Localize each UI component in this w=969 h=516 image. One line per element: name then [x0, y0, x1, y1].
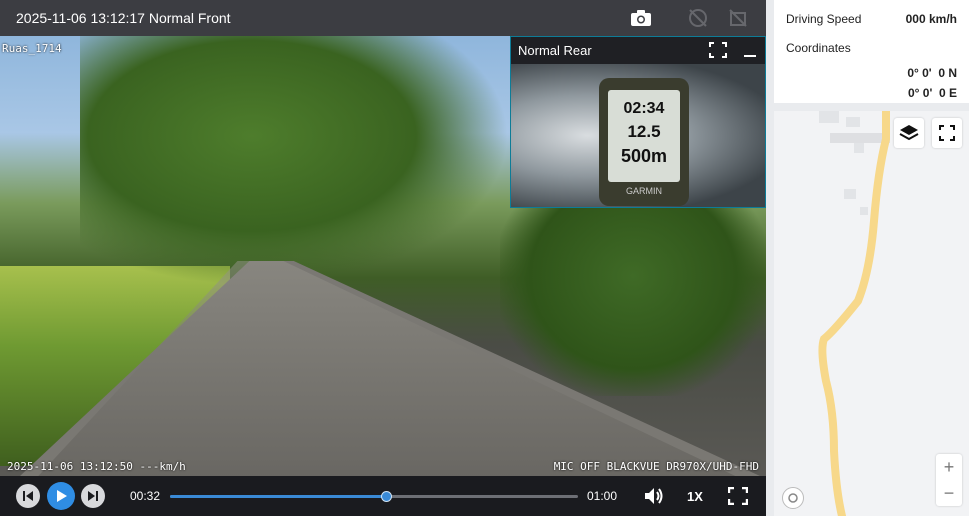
play-icon[interactable]	[47, 482, 75, 510]
longitude: 0° 0' 0 E	[907, 86, 957, 100]
player-title: 2025-11-06 13:12:17 Normal Front	[16, 10, 231, 26]
coordinates-label: Coordinates	[786, 41, 851, 55]
route-line	[818, 111, 890, 516]
zoom-in-button[interactable]: +	[936, 454, 962, 480]
building	[846, 117, 860, 127]
driving-speed-value: 000 km/h	[905, 12, 957, 26]
driving-speed-label: Driving Speed	[786, 12, 862, 26]
zoom-out-button[interactable]: −	[936, 480, 962, 506]
prev-icon[interactable]	[16, 484, 40, 508]
info-panel: Driving Speed 000 km/h Coordinates 0° 0'…	[774, 0, 969, 103]
duration: 01:00	[587, 489, 618, 503]
progress-bar[interactable]	[170, 491, 578, 502]
rear-header: Normal Rear	[511, 37, 765, 63]
layers-icon[interactable]	[894, 118, 924, 148]
map-logo-icon	[782, 487, 804, 509]
gps-device: 02:34 12.5 500m GARMIN	[599, 78, 689, 206]
playback-controls: 00:32 01:00 1X	[0, 476, 766, 516]
player-header: 2025-11-06 13:12:17 Normal Front	[0, 0, 766, 36]
zoom-control: + −	[936, 454, 962, 506]
gps-distance: 500m	[620, 146, 668, 166]
gps-brand: GARMIN	[626, 186, 662, 196]
volume-icon[interactable]	[643, 486, 665, 511]
building	[860, 207, 868, 215]
building	[819, 111, 839, 123]
tree-canopy	[80, 36, 510, 286]
fullscreen-icon[interactable]	[727, 486, 749, 510]
rear-video-frame: 02:34 12.5 500m GARMIN	[511, 64, 765, 207]
progress-fill	[170, 495, 387, 498]
route-label: Ruas_1714	[2, 42, 62, 55]
share-off-icon[interactable]	[726, 6, 750, 30]
gps-speed: 12.5	[627, 122, 661, 141]
expand-icon[interactable]	[709, 42, 727, 63]
progress-thumb[interactable]	[381, 491, 393, 502]
video-player: 2025-11-06 13:12:17 Normal Front Ruas_17…	[0, 0, 766, 516]
building	[844, 189, 856, 199]
roadside-bushes	[500, 196, 766, 396]
gps-time: 02:34	[623, 100, 665, 117]
latitude: 0° 0' 0 N	[907, 66, 957, 80]
rear-camera-pip[interactable]: Normal Rear 02:34 12.5 500m GARMIN	[510, 36, 766, 208]
gps-screen: 02:34 12.5 500m	[608, 90, 680, 182]
device-overlay: MIC OFF BLACKVUE DR970X/UHD-FHD	[553, 460, 759, 473]
camera-icon[interactable]	[629, 6, 653, 30]
building	[830, 133, 890, 143]
timestamp-overlay: 2025-11-06 13:12:50 ---km/h	[7, 460, 186, 473]
map-off-icon[interactable]	[686, 6, 710, 30]
building	[854, 143, 864, 153]
current-time: 00:32	[130, 489, 161, 503]
map-panel[interactable]: + −	[774, 111, 969, 516]
minimize-icon[interactable]	[743, 42, 757, 63]
playback-speed[interactable]: 1X	[687, 489, 703, 504]
next-icon[interactable]	[81, 484, 105, 508]
map-fullscreen-icon[interactable]	[932, 118, 962, 148]
rear-label: Normal Rear	[518, 43, 592, 58]
